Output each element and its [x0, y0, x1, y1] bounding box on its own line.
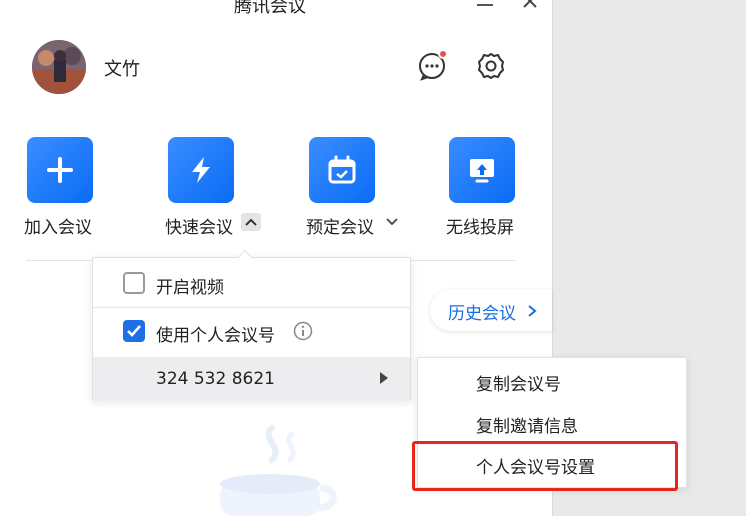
quick-meeting-label: 快速会议 — [165, 218, 233, 238]
chevron-up-icon — [245, 218, 257, 226]
minimize-button[interactable] — [474, 0, 496, 16]
copy-meeting-id-item[interactable]: 复制会议号 — [476, 370, 561, 395]
schedule-options-button[interactable] — [385, 214, 399, 228]
chevron-down-icon — [386, 218, 398, 226]
chevron-right-icon — [528, 305, 537, 317]
close-button[interactable] — [519, 0, 541, 16]
copy-invite-info-item[interactable]: 复制邀请信息 — [476, 412, 578, 437]
enable-video-label: 开启视频 — [156, 278, 224, 298]
window-title: 腾讯会议 — [234, 0, 306, 17]
info-icon[interactable] — [293, 321, 313, 341]
screen-cast-icon — [470, 159, 494, 183]
gear-icon[interactable] — [475, 50, 507, 82]
enable-video-checkbox[interactable] — [123, 272, 145, 294]
avatar[interactable] — [32, 40, 86, 94]
use-pmi-label: 使用个人会议号 — [156, 326, 275, 346]
meeting-id-row[interactable]: 324 532 8621 — [93, 357, 410, 401]
personal-meeting-id: 324 532 8621 — [156, 369, 275, 389]
join-meeting-label: 加入会议 — [24, 218, 92, 238]
lightning-icon — [192, 157, 210, 183]
minimize-icon — [477, 4, 493, 6]
history-meetings-label: 历史会议 — [448, 304, 516, 324]
use-pmi-checkbox[interactable] — [123, 320, 145, 342]
checkmark-icon — [127, 325, 141, 337]
close-icon — [523, 0, 537, 8]
empty-state-illustration — [220, 425, 337, 516]
notification-badge — [438, 49, 448, 59]
user-name[interactable]: 文竹 — [104, 55, 140, 81]
quick-meeting-dropdown: 开启视频 使用个人会议号 324 532 8621 — [92, 249, 411, 401]
quick-meeting-options-button[interactable] — [241, 213, 261, 231]
schedule-meeting-label: 预定会议 — [306, 218, 374, 238]
dropdown-separator — [93, 307, 410, 308]
use-pmi-option[interactable]: 使用个人会议号 — [93, 309, 410, 353]
submenu-arrow-icon — [380, 372, 388, 384]
plus-icon — [47, 157, 73, 183]
history-meetings-button[interactable]: 历史会议 — [430, 289, 552, 331]
calendar-icon — [328, 155, 356, 184]
highlight-annotation — [412, 441, 678, 491]
screen-cast-label: 无线投屏 — [446, 218, 514, 238]
enable-video-option[interactable]: 开启视频 — [93, 261, 410, 305]
